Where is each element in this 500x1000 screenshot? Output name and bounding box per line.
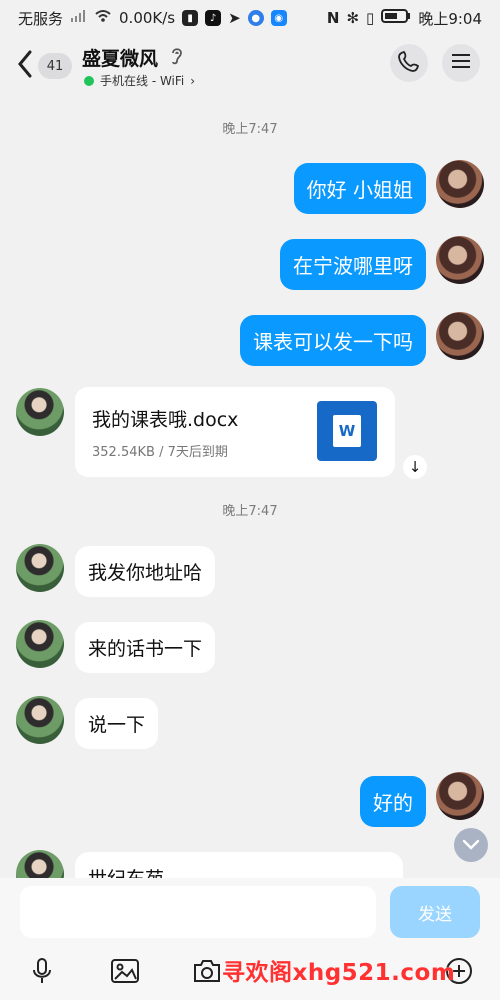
menu-button[interactable] [442,44,480,82]
my-avatar[interactable] [436,236,484,284]
menu-icon [450,52,472,74]
incoming-message[interactable]: 世纪东苑 [75,852,403,878]
contact-avatar[interactable] [16,544,64,592]
contact-name[interactable]: 盛夏微风 [82,44,158,71]
clock: 晚上9:04 [418,9,482,28]
microphone-icon [30,957,54,989]
chevron-right-icon: › [190,73,196,88]
my-avatar[interactable] [436,160,484,208]
call-button[interactable] [390,44,428,82]
scroll-to-bottom-button[interactable] [454,828,488,862]
signal-icon [70,9,87,27]
battery-saver-icon: ▮ [182,10,199,26]
status-bar: 无服务 0.00K/s ▮ ♪ ➤ ● ◉ N ✻ ▯ 晚上9:04 [0,0,500,36]
image-button[interactable] [108,956,142,990]
wifi-icon [94,9,112,27]
carrier-status: 无服务 [18,9,64,28]
send-button[interactable]: 发送 [390,886,480,938]
file-message-card[interactable]: 我的课表哦.docx 352.54KB / 7天后到期 W [75,387,395,477]
download-button[interactable]: ↓ [403,455,427,479]
bluetooth-icon: ✻ [346,9,360,27]
back-button[interactable]: 41 [16,50,74,82]
download-arrow-icon: ↓ [408,458,422,476]
contact-avatar[interactable] [16,620,64,668]
ear-icon [170,46,184,70]
camera-icon [192,958,222,988]
time-separator: 晚上7:47 [222,122,278,137]
unread-count-badge: 41 [38,53,72,79]
voice-button[interactable] [25,956,59,990]
vibrate-icon: ▯ [366,9,375,27]
chat-header: 41 盛夏微风 手机在线 - WiFi › [0,36,500,98]
qq-icon: ◉ [270,10,287,26]
outgoing-message[interactable]: 课表可以发一下吗 [240,315,426,366]
word-document-icon: W [317,401,377,461]
chevron-left-icon [16,49,34,83]
phone-icon [398,50,420,76]
incoming-message[interactable]: 来的话书一下 [75,622,216,673]
app-icon: ● [247,10,264,26]
outgoing-message[interactable]: 好的 [360,776,426,827]
contact-avatar[interactable] [16,696,64,744]
file-name: 我的课表哦.docx [92,409,239,431]
outgoing-message[interactable]: 你好 小姐姐 [293,163,426,214]
message-list[interactable]: 晚上7:47 你好 小姐姐 在宁波哪里呀 课表可以发一下吗 我的课表哦.docx… [0,98,500,878]
outgoing-message[interactable]: 在宁波哪里呀 [280,239,426,290]
word-letter: W [333,415,361,447]
watermark: 寻欢阁xhg521.com [222,960,456,986]
camera-button[interactable] [190,956,224,990]
online-status: 手机在线 - WiFi [100,74,185,88]
nfc-icon: N [326,9,340,27]
telegram-icon: ➤ [228,9,241,27]
network-speed: 0.00K/s [119,9,176,27]
chevron-down-icon [461,836,481,855]
file-meta: 352.54KB / 7天后到期 [92,445,228,460]
message-input[interactable] [20,886,376,938]
image-icon [110,957,140,989]
incoming-message[interactable]: 我发你地址哈 [75,546,216,597]
status-right: N ✻ ▯ 晚上9:04 [327,8,482,29]
contact-avatar[interactable] [16,388,64,436]
battery-icon [381,8,411,28]
tiktok-icon: ♪ [205,10,222,26]
status-left: 无服务 0.00K/s ▮ ♪ ➤ ● ◉ [18,8,287,29]
time-separator: 晚上7:47 [222,504,278,519]
incoming-message[interactable]: 说一下 [75,698,159,749]
contact-avatar[interactable] [16,850,64,878]
online-dot [84,75,94,86]
my-avatar[interactable] [436,312,484,360]
my-avatar[interactable] [436,772,484,820]
online-status-line[interactable]: 手机在线 - WiFi › [84,72,195,89]
